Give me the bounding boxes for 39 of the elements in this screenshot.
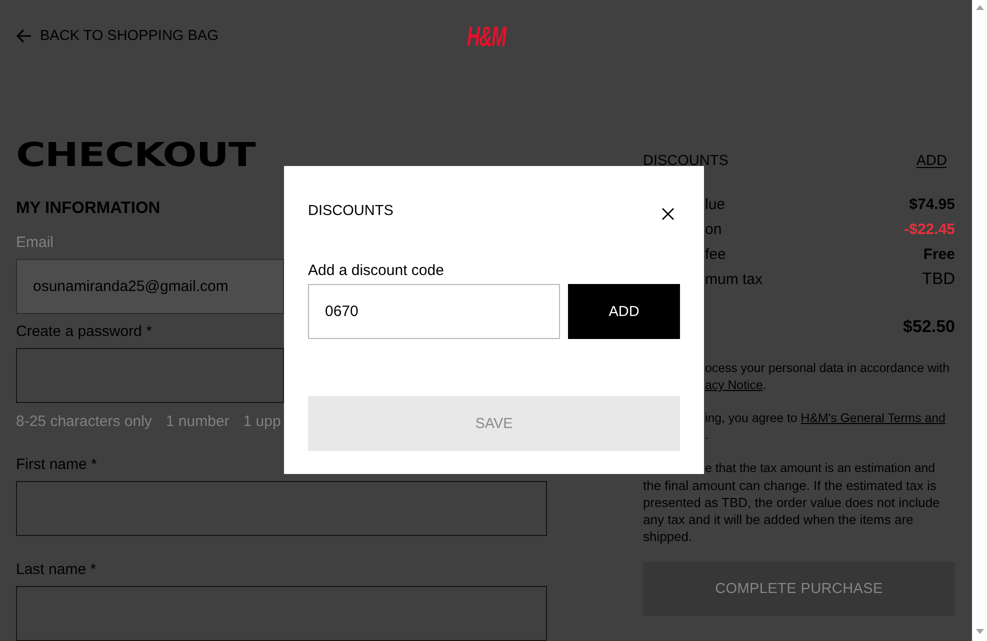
- discount-code-field[interactable]: 0670: [308, 284, 560, 339]
- tax-note-line: e that the tax amount is an estimation and: [705, 460, 936, 477]
- summary-value: $74.95: [909, 196, 955, 213]
- password-rule: 1 number: [166, 413, 230, 431]
- close-icon[interactable]: [662, 208, 674, 220]
- add-button[interactable]: ADD: [568, 284, 680, 339]
- summary-value: TBD: [922, 270, 955, 289]
- summary-value: -$22.45: [904, 221, 955, 238]
- privacy-note: ocess your personal data in accordance with acy Notice.: [705, 360, 951, 394]
- dialog-title: DISCOUNTS: [308, 202, 394, 220]
- password-rule: 1 upp: [243, 413, 281, 431]
- arrow-left-icon: [16, 29, 32, 43]
- scroll-down-arrow-icon[interactable]: [976, 629, 984, 634]
- back-link[interactable]: BACK TO SHOPPING BAG: [16, 27, 218, 45]
- scroll-up-arrow-icon[interactable]: [976, 5, 984, 10]
- field-label: Email: [16, 234, 54, 252]
- field-label: First name *: [16, 456, 97, 474]
- page-title: CHECKOUT: [16, 135, 256, 175]
- logo[interactable]: H&M: [466, 23, 506, 51]
- summary-value: Free: [923, 246, 955, 263]
- summary-label: lue: [705, 196, 726, 213]
- section-title: MY INFORMATION: [16, 199, 160, 217]
- summary-label: on: [705, 221, 722, 238]
- terms-note: ing, you agree to H&M's General Terms and .: [705, 410, 946, 444]
- input-field[interactable]: [16, 481, 547, 536]
- summary-label: fee: [705, 246, 726, 263]
- summary-label: mum tax: [705, 271, 763, 288]
- summary-value: $52.50: [903, 316, 955, 336]
- field-label: Add a discount code: [308, 262, 444, 280]
- terms-link[interactable]: H&M's General Terms and: [800, 411, 946, 425]
- input-field[interactable]: [16, 586, 547, 641]
- privacy-link[interactable]: acy Notice: [705, 378, 763, 392]
- discounts-heading: DISCOUNTS: [643, 152, 728, 170]
- input-field[interactable]: [16, 348, 284, 403]
- field-label: Last name *: [16, 561, 96, 579]
- add-discount-link[interactable]: ADD: [916, 152, 947, 170]
- password-rule: 8-25 characters only: [16, 413, 152, 431]
- tax-note: the final amount can change. If the estimated tax is presented as TBD, the order value does not include any tax and it will be added when the items are shipped.: [643, 477, 941, 545]
- field-label: Create a password *: [16, 323, 152, 341]
